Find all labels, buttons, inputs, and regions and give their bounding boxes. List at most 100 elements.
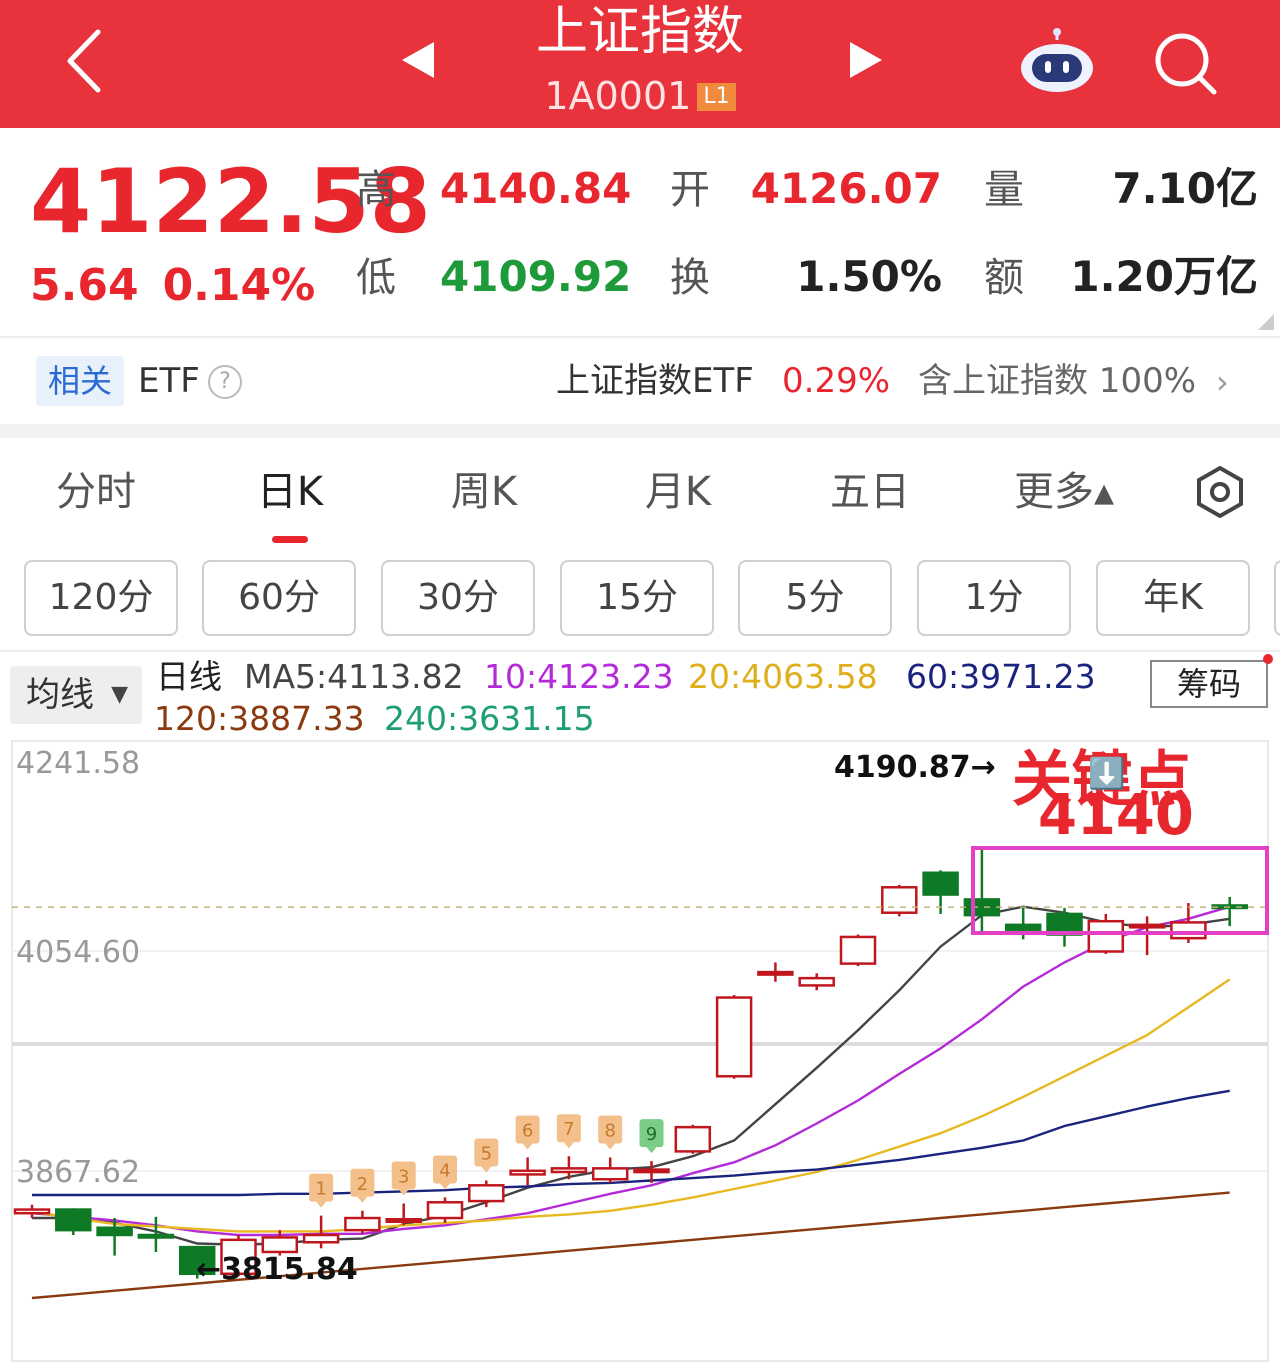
candle-body: [509, 1169, 546, 1176]
candle-body: [468, 1184, 505, 1203]
amount-value: 1.20万亿: [1070, 252, 1258, 301]
period-120min-button[interactable]: 120分: [24, 560, 178, 636]
period-30min-button[interactable]: 30分: [381, 560, 535, 636]
ma-selector-label: 均线: [26, 675, 94, 715]
td-label-text: 9: [646, 1124, 657, 1145]
next-stock-icon[interactable]: [846, 38, 886, 82]
candle[interactable]: [55, 1208, 92, 1235]
y-tick-label: 3867.62: [16, 1155, 140, 1190]
period-overflow-button[interactable]: [1274, 560, 1280, 636]
candle-body: [261, 1236, 299, 1254]
etf-include-ratio: 含上证指数 100%: [918, 361, 1197, 401]
td-label-text: 2: [357, 1174, 368, 1195]
etf-name[interactable]: 上证指数ETF: [556, 358, 754, 404]
period-label: 日线: [156, 657, 222, 696]
help-icon[interactable]: ?: [208, 365, 242, 399]
ma10-value: 10:4123.23: [484, 657, 674, 696]
stock-code-text: 1A0001: [544, 74, 692, 118]
open-label: 开: [670, 167, 710, 213]
tab-intraday[interactable]: 分时: [46, 466, 146, 518]
candle-body: [302, 1233, 340, 1244]
td-label-text: 7: [563, 1119, 574, 1140]
low-value: 4109.92: [440, 252, 632, 301]
ma20-value: 20:4063.58: [688, 657, 878, 696]
candle-body: [674, 1125, 712, 1153]
candle-body: [798, 976, 835, 987]
period-5min-button[interactable]: 5分: [738, 560, 892, 636]
td-label-text: 4: [439, 1160, 450, 1181]
candle-body: [385, 1217, 422, 1223]
volume-value: 7.10亿: [1112, 164, 1258, 213]
ma60-value: 60:3971.23: [906, 657, 1096, 696]
change-value: 5.64: [30, 260, 139, 311]
ma5-value: MA5:4113.82: [244, 657, 464, 696]
back-icon[interactable]: [60, 26, 110, 96]
candle[interactable]: [715, 995, 753, 1079]
period-60min-button[interactable]: 60分: [202, 560, 356, 636]
candle-body: [757, 970, 794, 976]
candle-body: [633, 1168, 670, 1174]
period-yearly-k-button[interactable]: 年K: [1096, 560, 1250, 636]
price-change: 5.64 0.14%: [30, 260, 339, 312]
active-tab-indicator: [272, 536, 308, 543]
candle-body: [55, 1208, 92, 1232]
kline-chart[interactable]: 1 2 3 4 5 6 7 8 9 4241.58 4054.60 3867.62 4190.8…: [0, 738, 1280, 1363]
chevron-right-icon[interactable]: ›: [1216, 366, 1229, 398]
volume-label: 量: [984, 167, 1024, 213]
tab-daily-k[interactable]: 日K: [240, 466, 340, 518]
notification-dot: [1263, 654, 1273, 664]
candle-body: [426, 1201, 464, 1220]
high-label: 高: [356, 167, 396, 213]
tab-more[interactable]: 更多▴: [1004, 466, 1124, 518]
stock-code: 1A0001 L1: [440, 72, 840, 120]
period-1min-button[interactable]: 1分: [917, 560, 1071, 636]
tab-weekly-k[interactable]: 周K: [434, 466, 534, 518]
robot-assistant-icon[interactable]: [1018, 28, 1096, 94]
high-value: 4140.84: [440, 164, 632, 213]
candle-body: [715, 996, 753, 1078]
ma-selector[interactable]: 均线 ▼: [10, 666, 142, 724]
open-value: 4126.07: [750, 164, 942, 213]
td-label-text: 6: [522, 1120, 533, 1141]
candle-body: [963, 898, 1001, 917]
candle-body: [922, 871, 959, 896]
ma240-value: 240:3631.15: [384, 699, 595, 738]
y-tick-label: 4054.60: [16, 935, 140, 970]
candle[interactable]: [839, 934, 877, 967]
etf-change-percent: 0.29%: [782, 361, 891, 401]
section-divider: [0, 424, 1280, 438]
period-15min-button[interactable]: 15分: [560, 560, 714, 636]
candle-body: [1087, 919, 1125, 953]
candle-body: [344, 1216, 381, 1232]
related-tag: 相关: [36, 356, 124, 406]
candle-body: [1170, 921, 1207, 940]
td-label-text: 5: [481, 1143, 492, 1164]
candle-body: [839, 935, 877, 965]
search-icon[interactable]: [1150, 28, 1220, 98]
tab-monthly-k[interactable]: 月K: [628, 466, 728, 518]
turnover-label: 换: [670, 255, 710, 301]
candle[interactable]: [881, 884, 918, 917]
candle-body: [137, 1233, 175, 1239]
amount-label: 额: [984, 255, 1024, 301]
candle-body: [881, 886, 918, 914]
candle[interactable]: [674, 1124, 712, 1154]
top-nav-bar: 上证指数 1A0001 L1: [0, 0, 1280, 128]
low-label: 低: [356, 255, 396, 301]
candle-body: [13, 1208, 51, 1215]
candle[interactable]: [426, 1197, 464, 1223]
etf-label: ETF: [138, 361, 200, 401]
expand-corner-icon[interactable]: [1258, 314, 1274, 330]
td-label-text: 1: [315, 1179, 326, 1200]
level-badge: L1: [697, 83, 736, 111]
divider: [0, 336, 1280, 338]
settings-icon[interactable]: [1192, 464, 1248, 520]
tab-five-day[interactable]: 五日: [820, 466, 920, 518]
chevron-down-icon: ▼: [111, 682, 128, 707]
y-tick-label: 4241.58: [16, 746, 140, 781]
previous-stock-icon[interactable]: [398, 38, 438, 82]
divider: [0, 650, 1280, 652]
chip-distribution-button[interactable]: 筹码: [1150, 660, 1268, 708]
candle-body: [1004, 923, 1042, 931]
turnover-value: 1.50%: [796, 252, 942, 301]
